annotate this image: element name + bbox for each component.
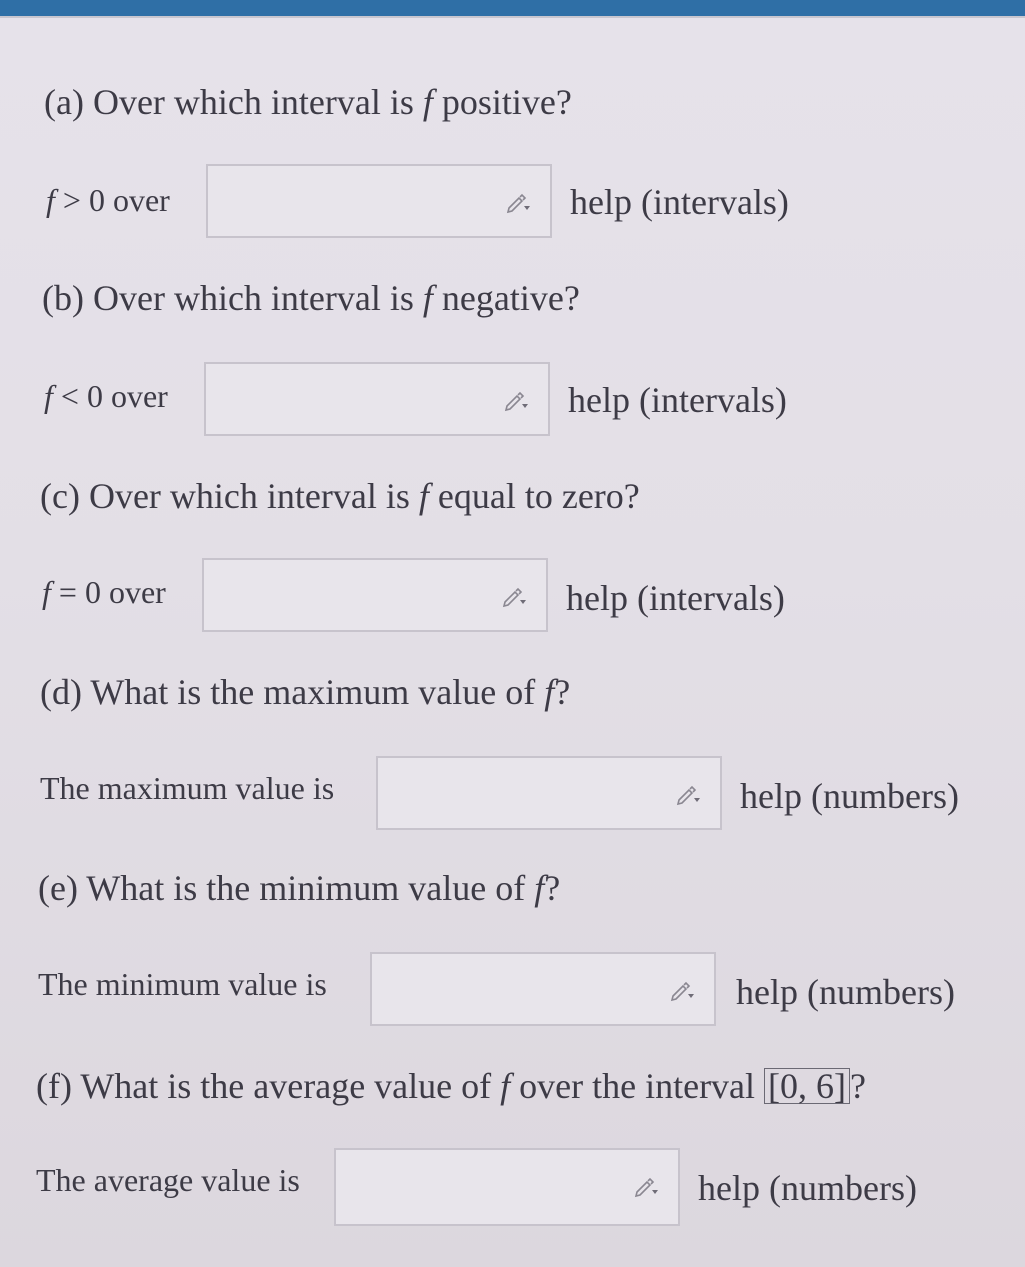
answer-c-input[interactable] — [202, 558, 548, 632]
question-c: (c) Over which interval is f equal to ze… — [40, 476, 640, 516]
help-intervals-link-a[interactable]: help (intervals) — [570, 182, 789, 222]
pencil-dropdown-icon[interactable] — [506, 192, 532, 214]
answer-d-input[interactable] — [376, 756, 722, 830]
answer-a-label: f > 0 over — [46, 182, 170, 218]
answer-e-label: The minimum value is — [38, 966, 327, 1002]
answer-d-label: The maximum value is — [40, 770, 335, 806]
answer-b-label: f < 0 over — [44, 378, 168, 414]
pencil-dropdown-icon[interactable] — [670, 980, 696, 1002]
answer-a-input[interactable] — [206, 164, 552, 238]
help-numbers-link-d[interactable]: help (numbers) — [740, 776, 959, 816]
question-f: (f) What is the average value of f over … — [36, 1066, 867, 1106]
answer-c-label: f = 0 over — [42, 574, 166, 610]
help-numbers-link-f[interactable]: help (numbers) — [698, 1168, 917, 1208]
window-top-bar — [0, 0, 1025, 18]
question-e: (e) What is the minimum value of f? — [38, 868, 561, 908]
pencil-dropdown-icon[interactable] — [634, 1176, 660, 1198]
pencil-dropdown-icon[interactable] — [502, 586, 528, 608]
answer-f-label: The average value is — [36, 1162, 300, 1198]
help-numbers-link-e[interactable]: help (numbers) — [736, 972, 955, 1012]
question-b: (b) Over which interval is f negative? — [42, 278, 580, 318]
question-a: (a) Over which interval is f positive? — [44, 82, 572, 122]
answer-e-input[interactable] — [370, 952, 716, 1026]
question-d: (d) What is the maximum value of f? — [40, 672, 571, 712]
answer-b-input[interactable] — [204, 362, 550, 436]
answer-f-input[interactable] — [334, 1148, 680, 1226]
interval-box: [0, 6] — [764, 1068, 851, 1104]
pencil-dropdown-icon[interactable] — [676, 784, 702, 806]
help-intervals-link-b[interactable]: help (intervals) — [568, 380, 787, 420]
help-intervals-link-c[interactable]: help (intervals) — [566, 578, 785, 618]
pencil-dropdown-icon[interactable] — [504, 390, 530, 412]
